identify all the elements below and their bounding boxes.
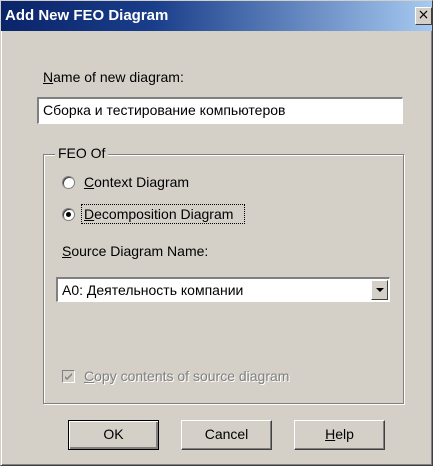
radio-decomposition-text: ecomposition Diagram [94, 206, 234, 222]
copy-contents-hotkey: C [84, 368, 95, 384]
cancel-button[interactable]: Cancel [181, 420, 272, 450]
radio-decomposition-label[interactable]: Decomposition Diagram [84, 206, 233, 222]
help-text: elp [335, 426, 354, 442]
name-label: Name of new diagram: [43, 69, 184, 85]
help-button[interactable]: Help [294, 420, 385, 450]
help-hotkey: H [325, 426, 336, 442]
close-button[interactable]: × [415, 7, 432, 25]
radio-button-context[interactable] [62, 176, 75, 189]
close-icon: × [417, 7, 430, 23]
radio-selected-dot [66, 212, 71, 217]
add-feo-diagram-dialog: Add New FEO Diagram × Name of new diagra… [0, 0, 433, 466]
checkmark-icon [65, 373, 72, 380]
radio-context-text: ontext Diagram [94, 174, 190, 190]
title-bar[interactable]: Add New FEO Diagram × [1, 1, 432, 31]
radio-context-hotkey: C [84, 174, 95, 190]
name-label-text: ame of new diagram: [53, 69, 184, 85]
source-label-text: ource Diagram Name: [71, 243, 209, 259]
copy-contents-checkbox[interactable] [62, 370, 75, 383]
radio-context-label[interactable]: Context Diagram [84, 174, 189, 190]
source-diagram-value: A0: Деятельность компании [62, 282, 244, 298]
copy-contents-label: Copy contents of source diagram [84, 368, 289, 384]
source-diagram-label: Source Diagram Name: [62, 243, 208, 259]
ok-button[interactable]: OK [68, 420, 159, 450]
name-label-hotkey: N [43, 69, 54, 85]
source-label-hotkey: S [62, 243, 72, 259]
chevron-down-icon[interactable] [371, 280, 388, 300]
source-diagram-select[interactable]: A0: Деятельность компании [56, 277, 390, 302]
radio-button-decomposition[interactable] [62, 208, 75, 221]
copy-contents-text: opy contents of source diagram [94, 368, 290, 384]
feo-of-legend: FEO Of [55, 145, 109, 161]
radio-decomposition-hotkey: D [84, 206, 95, 222]
diagram-name-input[interactable]: Сборка и тестирование компьютеров [37, 97, 403, 124]
dialog-title: Add New FEO Diagram [5, 7, 169, 24]
